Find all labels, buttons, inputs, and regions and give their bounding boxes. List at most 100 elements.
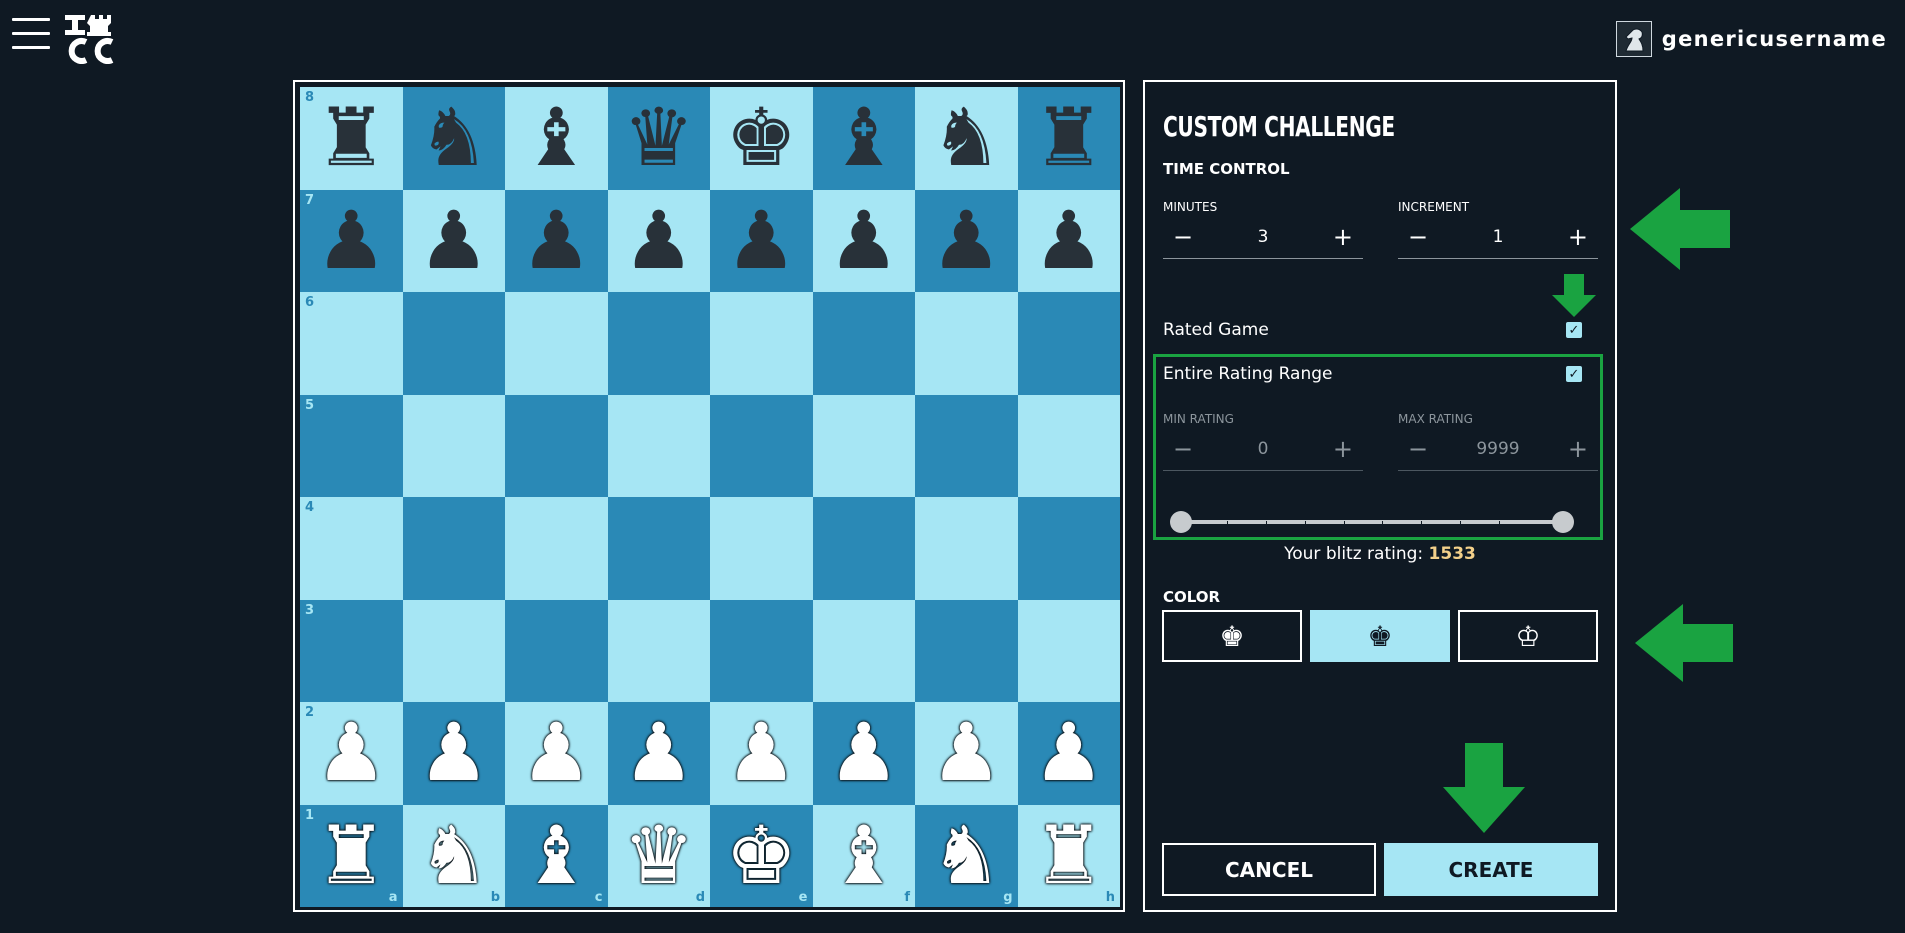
square-b7[interactable]: ♟ (402, 189, 505, 292)
create-button[interactable]: CREATE (1384, 843, 1598, 896)
square-b1[interactable]: b ♞ (402, 804, 505, 907)
black-queen-icon[interactable]: ♛ (623, 98, 695, 178)
color-black-button[interactable]: ♔ (1458, 610, 1598, 662)
minutes-decrement-button[interactable]: − (1163, 223, 1203, 251)
black-pawn-icon[interactable]: ♟ (623, 200, 695, 281)
max-rating-increment-button[interactable]: + (1558, 435, 1598, 463)
black-pawn-icon[interactable]: ♟ (520, 200, 592, 281)
square-h2[interactable]: ♟ (1017, 702, 1120, 805)
square-e8[interactable]: ♚ (710, 87, 813, 190)
white-pawn-icon[interactable]: ♟ (930, 713, 1002, 793)
square-d8[interactable]: ♛ (607, 87, 710, 190)
square-d1[interactable]: d ♛ (607, 804, 710, 907)
square-b5[interactable] (402, 394, 505, 497)
black-pawn-icon[interactable]: ♟ (1033, 200, 1105, 281)
white-knight-icon[interactable]: ♞ (930, 815, 1002, 896)
square-h7[interactable]: ♟ (1017, 189, 1120, 292)
min-rating-value[interactable]: 0 (1258, 439, 1269, 459)
square-h4[interactable] (1017, 497, 1120, 600)
white-queen-icon[interactable]: ♛ (623, 815, 695, 896)
square-h5[interactable] (1017, 394, 1120, 497)
black-bishop-icon[interactable]: ♝ (520, 98, 592, 178)
white-pawn-icon[interactable]: ♟ (1033, 713, 1105, 793)
user-menu[interactable]: genericusername (1615, 20, 1887, 58)
increment-value[interactable]: 1 (1493, 227, 1504, 247)
square-a3[interactable]: 3 (300, 599, 403, 702)
square-e4[interactable] (710, 497, 813, 600)
square-d5[interactable] (607, 394, 710, 497)
square-b2[interactable]: ♟ (402, 702, 505, 805)
max-rating-value[interactable]: 9999 (1476, 439, 1519, 459)
square-d2[interactable]: ♟ (607, 702, 710, 805)
white-king-icon[interactable]: ♚ (725, 815, 797, 896)
square-h1[interactable]: h ♜ (1017, 804, 1120, 907)
white-pawn-icon[interactable]: ♟ (520, 713, 592, 793)
square-g7[interactable]: ♟ (915, 189, 1018, 292)
square-g5[interactable] (915, 394, 1018, 497)
max-rating-decrement-button[interactable]: − (1398, 435, 1438, 463)
black-rook-icon[interactable]: ♜ (1033, 98, 1105, 178)
cancel-button[interactable]: CANCEL (1162, 843, 1376, 896)
black-knight-icon[interactable]: ♞ (418, 98, 490, 178)
increment-increment-button[interactable]: + (1558, 223, 1598, 251)
square-a4[interactable]: 4 (300, 497, 403, 600)
square-f6[interactable] (812, 292, 915, 395)
username[interactable]: genericusername (1662, 27, 1887, 51)
square-g3[interactable] (915, 599, 1018, 702)
color-white-button[interactable]: ♚ (1162, 610, 1302, 662)
white-pawn-icon[interactable]: ♟ (315, 713, 387, 793)
white-bishop-icon[interactable]: ♝ (520, 815, 592, 896)
square-d4[interactable] (607, 497, 710, 600)
white-rook-icon[interactable]: ♜ (315, 815, 387, 896)
square-a8[interactable]: 8 ♜ (300, 87, 403, 190)
white-pawn-icon[interactable]: ♟ (725, 713, 797, 793)
square-c7[interactable]: ♟ (505, 189, 608, 292)
square-g4[interactable] (915, 497, 1018, 600)
square-f8[interactable]: ♝ (812, 87, 915, 190)
square-c2[interactable]: ♟ (505, 702, 608, 805)
square-d6[interactable] (607, 292, 710, 395)
square-f7[interactable]: ♟ (812, 189, 915, 292)
white-pawn-icon[interactable]: ♟ (418, 713, 490, 793)
min-rating-increment-button[interactable]: + (1323, 435, 1363, 463)
square-c5[interactable] (505, 394, 608, 497)
square-a2[interactable]: 2 ♟ (300, 702, 403, 805)
square-e5[interactable] (710, 394, 813, 497)
avatar[interactable] (1615, 21, 1652, 57)
square-c3[interactable] (505, 599, 608, 702)
black-pawn-icon[interactable]: ♟ (315, 200, 387, 281)
square-c4[interactable] (505, 497, 608, 600)
color-random-button[interactable]: ♚ (1310, 610, 1450, 662)
square-a1[interactable]: 1 a ♜ (300, 804, 403, 907)
square-e2[interactable]: ♟ (710, 702, 813, 805)
entire-rating-range-checkbox[interactable]: ✓ (1566, 366, 1582, 382)
square-e1[interactable]: e ♚ (710, 804, 813, 907)
square-g1[interactable]: g ♞ (915, 804, 1018, 907)
square-c1[interactable]: c ♝ (505, 804, 608, 907)
square-g6[interactable] (915, 292, 1018, 395)
black-rook-icon[interactable]: ♜ (315, 98, 387, 178)
square-e7[interactable]: ♟ (710, 189, 813, 292)
square-h3[interactable] (1017, 599, 1120, 702)
black-pawn-icon[interactable]: ♟ (828, 200, 900, 281)
square-f3[interactable] (812, 599, 915, 702)
increment-decrement-button[interactable]: − (1398, 223, 1438, 251)
white-knight-icon[interactable]: ♞ (418, 815, 490, 896)
square-a5[interactable]: 5 (300, 394, 403, 497)
minutes-increment-button[interactable]: + (1323, 223, 1363, 251)
rated-game-checkbox[interactable]: ✓ (1566, 322, 1582, 338)
min-rating-decrement-button[interactable]: − (1163, 435, 1203, 463)
black-bishop-icon[interactable]: ♝ (828, 98, 900, 178)
black-pawn-icon[interactable]: ♟ (930, 200, 1002, 281)
site-logo[interactable] (62, 12, 118, 64)
square-f2[interactable]: ♟ (812, 702, 915, 805)
white-pawn-icon[interactable]: ♟ (623, 713, 695, 793)
menu-hamburger-icon[interactable] (12, 18, 50, 56)
square-e6[interactable] (710, 292, 813, 395)
slider-max-handle[interactable] (1552, 511, 1574, 533)
square-g8[interactable]: ♞ (915, 87, 1018, 190)
square-a7[interactable]: 7 ♟ (300, 189, 403, 292)
chess-board[interactable]: 8 ♜ ♞ ♝ ♛ ♚ ♝ ♞ ♜ 7 ♟ ♟ ♟ ♟ ♟ ♟ ♟ ♟ 6 5 4 3 2 ♟ ♟ ♟ ♟ ♟ ♟ ♟ ♟ 1 a ♜ b ♞ c ♝ d ♛… (300, 87, 1120, 907)
square-h8[interactable]: ♜ (1017, 87, 1120, 190)
square-b4[interactable] (402, 497, 505, 600)
